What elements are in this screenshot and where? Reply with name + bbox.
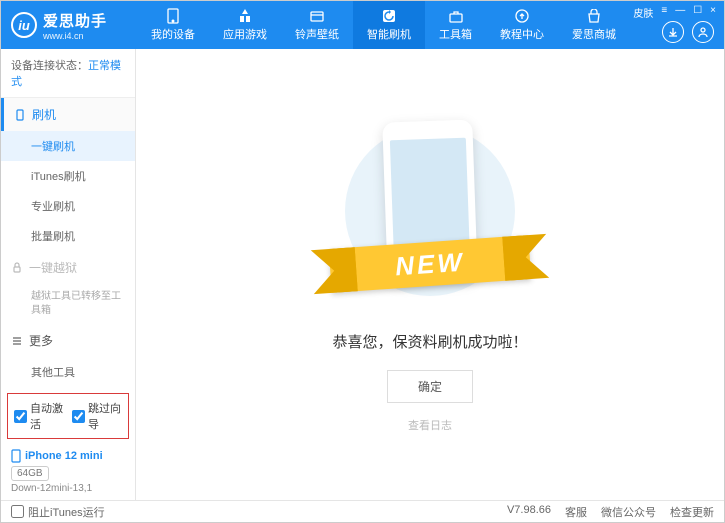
app-url: www.i4.cn: [43, 31, 107, 41]
nav-tutorials[interactable]: 教程中心: [486, 1, 558, 49]
main-nav: 我的设备 应用游戏 铃声壁纸 智能刷机 工具箱 教程中心 爱思商城: [137, 1, 630, 49]
sidebar-cat-jailbreak[interactable]: 一键越狱: [1, 251, 135, 284]
apps-icon: [237, 8, 253, 24]
sidebar: 设备连接状态：正常模式 刷机 一键刷机 iTunes刷机 专业刷机 批量刷机 一…: [1, 49, 136, 500]
nav-ringtones[interactable]: 铃声壁纸: [281, 1, 353, 49]
sidebar-item-firmware[interactable]: 下载固件: [1, 387, 135, 389]
logo-icon: iu: [11, 12, 37, 38]
statusbar: 阻止iTunes运行 V7.98.66 客服 微信公众号 检查更新: [1, 500, 724, 522]
update-link[interactable]: 检查更新: [670, 504, 714, 520]
download-button[interactable]: [662, 21, 684, 43]
sidebar-cat-flash[interactable]: 刷机: [1, 98, 135, 131]
tutorial-icon: [514, 8, 530, 24]
wechat-link[interactable]: 微信公众号: [601, 504, 656, 520]
device-panel[interactable]: iPhone 12 mini 64GB Down-12mini-13,1: [1, 443, 135, 500]
lock-icon: [11, 262, 23, 274]
phone-icon: [14, 109, 26, 121]
ok-button[interactable]: 确定: [387, 370, 473, 403]
options-box: 自动激活 跳过向导: [7, 393, 129, 439]
more-icon: [11, 335, 23, 347]
nav-store[interactable]: 爱思商城: [558, 1, 630, 49]
toolbox-icon: [448, 8, 464, 24]
device-icon: [165, 8, 181, 24]
device-storage: 64GB: [11, 466, 49, 481]
nav-toolbox[interactable]: 工具箱: [425, 1, 486, 49]
skin-button[interactable]: 皮肤: [633, 5, 653, 20]
flash-icon: [381, 8, 397, 24]
menu-button[interactable]: ≡: [661, 5, 667, 20]
sidebar-item-oneclick[interactable]: 一键刷机: [1, 131, 135, 161]
nav-flash[interactable]: 智能刷机: [353, 1, 425, 49]
app-name: 爱思助手: [43, 10, 107, 31]
auto-activate-checkbox[interactable]: 自动激活: [14, 400, 64, 432]
content-area: NEW 恭喜您，保资料刷机成功啦！ 确定 查看日志: [136, 49, 724, 500]
support-link[interactable]: 客服: [565, 504, 587, 520]
device-info: Down-12mini-13,1: [11, 483, 125, 494]
skip-guide-checkbox[interactable]: 跳过向导: [72, 400, 122, 432]
nav-apps[interactable]: 应用游戏: [209, 1, 281, 49]
store-icon: [586, 8, 602, 24]
ringtone-icon: [309, 8, 325, 24]
view-log-link[interactable]: 查看日志: [408, 417, 452, 433]
jailbreak-note: 越狱工具已转移至工具箱: [1, 284, 135, 324]
block-itunes-checkbox[interactable]: 阻止iTunes运行: [11, 504, 105, 520]
sidebar-cat-more[interactable]: 更多: [1, 324, 135, 357]
success-message: 恭喜您，保资料刷机成功啦！: [332, 331, 527, 352]
sidebar-item-pro[interactable]: 专业刷机: [1, 191, 135, 221]
user-button[interactable]: [692, 21, 714, 43]
nav-my-device[interactable]: 我的设备: [137, 1, 209, 49]
maximize-button[interactable]: ☐: [693, 5, 702, 20]
success-illustration: NEW: [345, 116, 515, 316]
device-phone-icon: [11, 449, 21, 463]
window-controls: 皮肤 ≡ — ☐ ×: [633, 5, 716, 20]
sidebar-item-itunes[interactable]: iTunes刷机: [1, 161, 135, 191]
titlebar: iu 爱思助手 www.i4.cn 我的设备 应用游戏 铃声壁纸 智能刷机 工具…: [1, 1, 724, 49]
sidebar-item-other[interactable]: 其他工具: [1, 357, 135, 387]
app-logo: iu 爱思助手 www.i4.cn: [11, 10, 107, 41]
version-label: V7.98.66: [507, 504, 551, 520]
sidebar-item-batch[interactable]: 批量刷机: [1, 221, 135, 251]
connection-status: 设备连接状态：正常模式: [1, 49, 135, 98]
minimize-button[interactable]: —: [675, 5, 685, 20]
close-button[interactable]: ×: [710, 5, 716, 20]
